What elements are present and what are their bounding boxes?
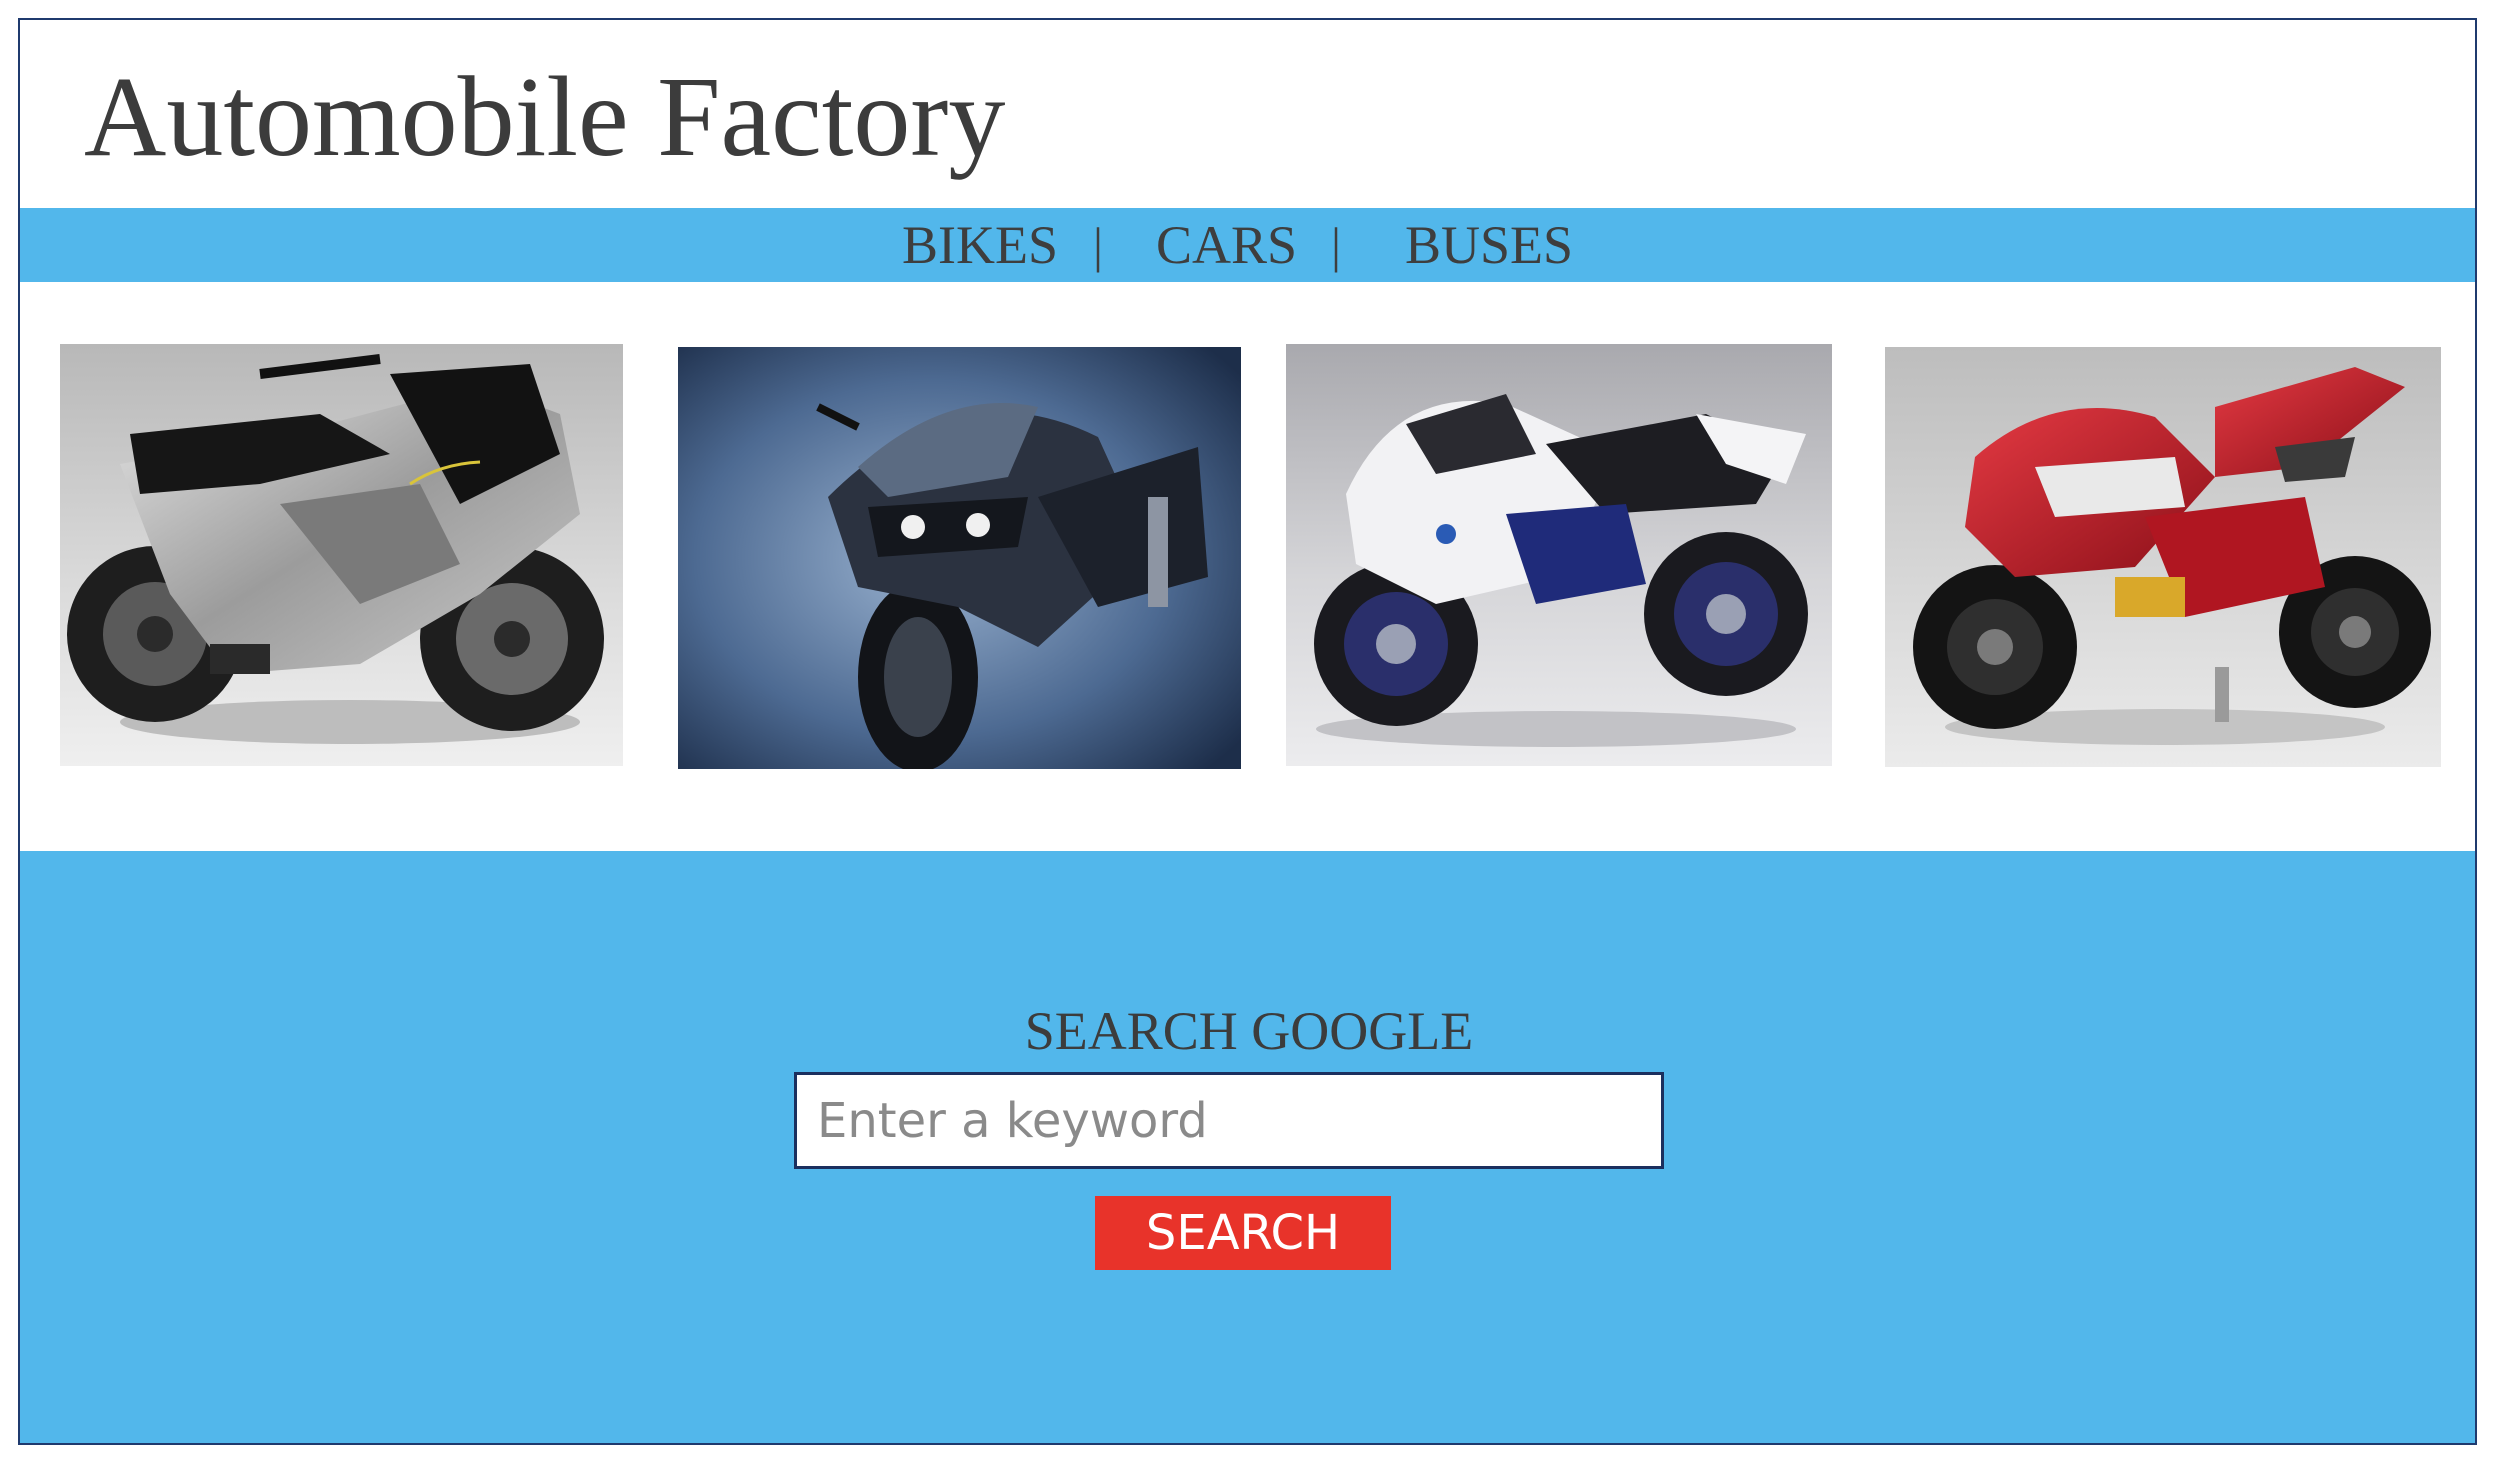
motorcycle-image: [1885, 347, 2441, 767]
gallery-image-3[interactable]: [1286, 344, 1832, 766]
gallery-image-4[interactable]: [1885, 347, 2441, 767]
nav-item-cars[interactable]: CARS: [1156, 208, 1297, 282]
gallery-image-2[interactable]: [678, 347, 1241, 769]
nav-item-buses[interactable]: BUSES: [1405, 208, 1573, 282]
nav-bar: BIKES | CARS | BUSES: [20, 208, 2475, 282]
nav-item-bikes[interactable]: BIKES: [902, 208, 1058, 282]
search-button[interactable]: SEARCH: [1095, 1196, 1391, 1270]
search-section: SEARCH GOOGLE SEARCH: [20, 851, 2475, 1443]
page-frame: Automobile Factory BIKES | CARS | BUSES: [18, 18, 2477, 1445]
nav-separator: |: [1093, 217, 1104, 273]
motorcycle-image: [678, 347, 1241, 769]
gallery-image-1[interactable]: [60, 344, 623, 766]
motorcycle-image: [60, 344, 623, 766]
site-title: Automobile Factory: [84, 53, 1006, 180]
nav-separator: |: [1331, 217, 1342, 273]
motorcycle-image: [1286, 344, 1832, 766]
search-input[interactable]: [794, 1072, 1664, 1169]
search-heading: SEARCH GOOGLE: [1024, 1001, 1474, 1061]
